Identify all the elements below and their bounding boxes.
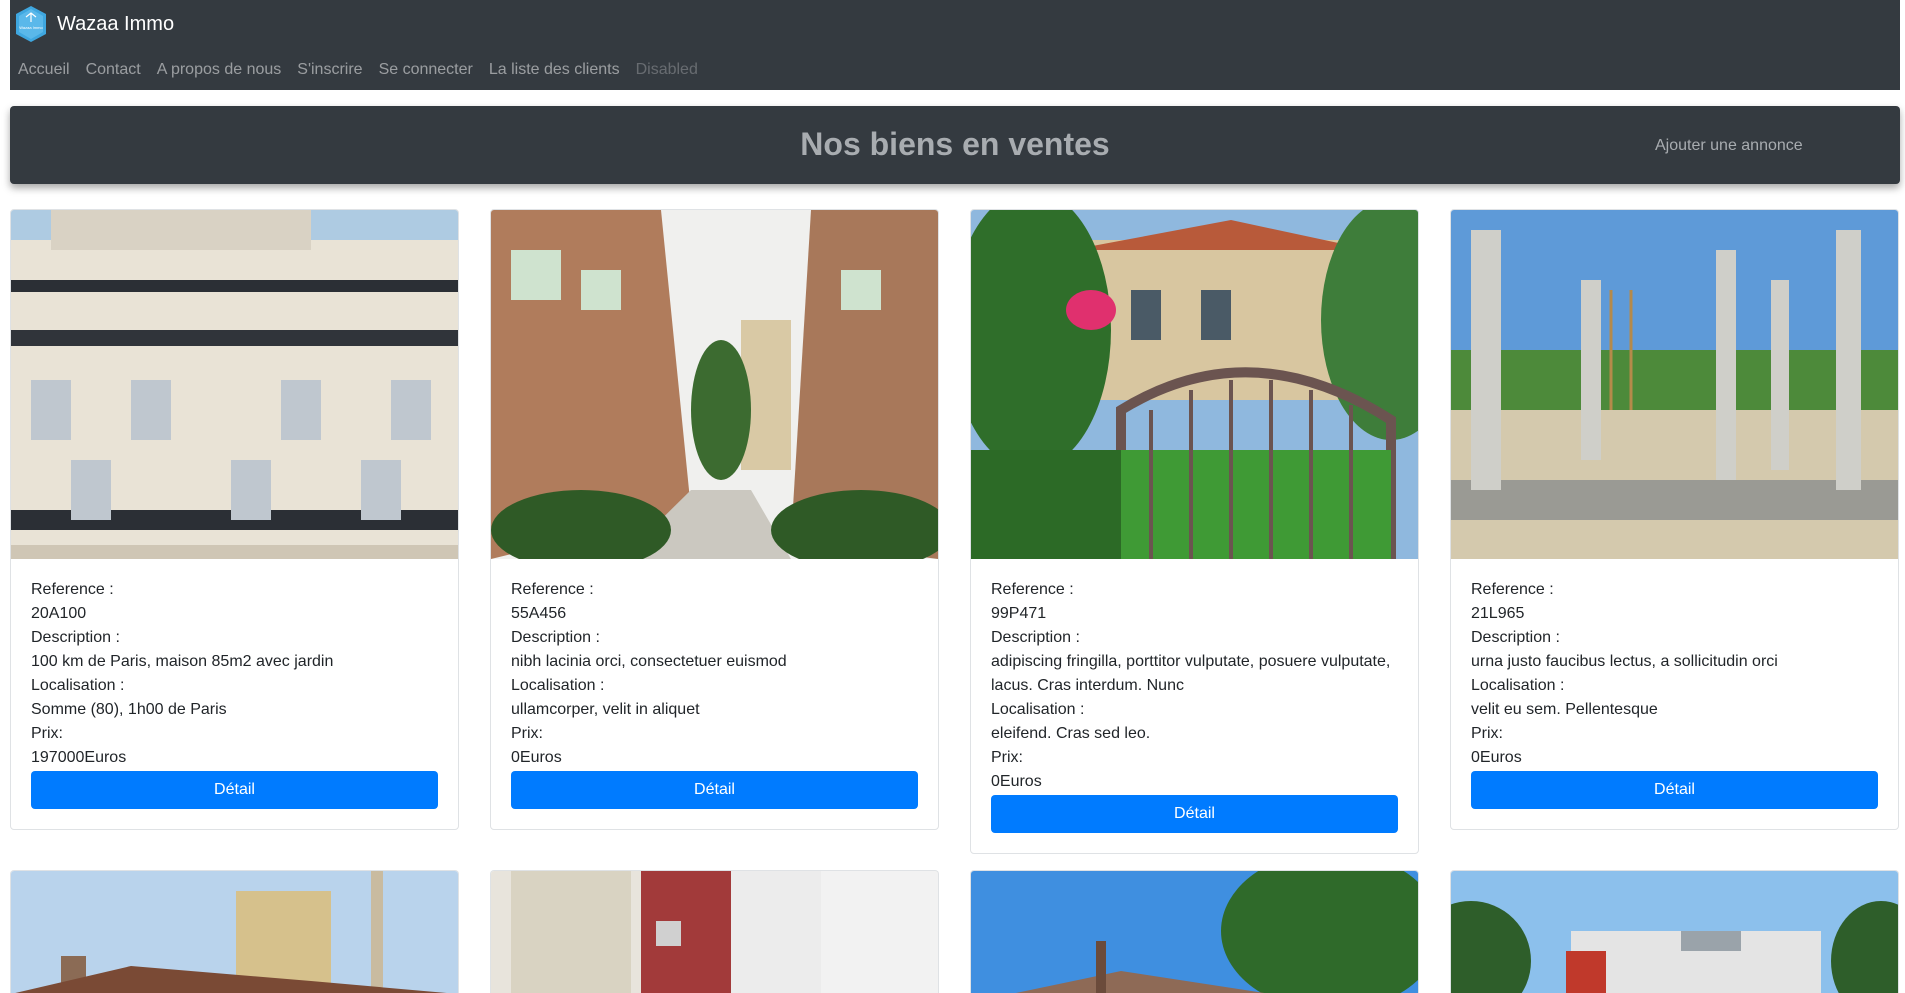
property-card <box>970 870 1419 993</box>
detail-button[interactable]: Détail <box>991 795 1398 833</box>
description-value: urna justo faucibus lectus, a sollicitud… <box>1471 653 1778 670</box>
property-photo <box>971 871 1418 993</box>
svg-text:Wazaa Immo: Wazaa Immo <box>19 25 43 30</box>
description-label: Description : <box>511 629 600 646</box>
nav-link-accueil[interactable]: Accueil <box>18 58 70 82</box>
property-photo <box>491 210 938 559</box>
location-label: Localisation : <box>1471 677 1565 694</box>
location-value: eleifend. Cras sed leo. <box>991 725 1151 742</box>
reference-label: Reference : <box>511 581 594 598</box>
property-card <box>490 870 939 993</box>
brand[interactable]: Wazaa Immo Wazaa Immo <box>16 6 174 42</box>
price-label: Prix: <box>991 749 1023 766</box>
location-value: velit eu sem. Pellentesque <box>1471 701 1658 718</box>
property-card: Reference : 20A100 Description : 100 km … <box>10 209 459 830</box>
property-photo <box>11 210 458 559</box>
price-value: 0Euros <box>1471 749 1522 766</box>
detail-button[interactable]: Détail <box>511 771 918 809</box>
price-value: 0Euros <box>511 749 562 766</box>
nav-links: Accueil Contact A propos de nous S'inscr… <box>18 58 714 82</box>
brand-name[interactable]: Wazaa Immo <box>57 10 174 38</box>
property-card: Reference : 21L965 Description : urna ju… <box>1450 209 1899 830</box>
property-card: Reference : 55A456 Description : nibh la… <box>490 209 939 830</box>
nav-link-se-connecter[interactable]: Se connecter <box>379 58 473 82</box>
price-value: 0Euros <box>991 773 1042 790</box>
property-photo <box>1451 210 1898 559</box>
location-value: ullamcorper, velit in aliquet <box>511 701 700 718</box>
location-label: Localisation : <box>511 677 605 694</box>
page-header-banner: Nos biens en ventes Ajouter une annonce <box>10 106 1900 184</box>
reference-value: 99P471 <box>991 605 1047 622</box>
reference-value: 20A100 <box>31 605 87 622</box>
description-label: Description : <box>991 629 1080 646</box>
property-card <box>1450 870 1899 993</box>
description-label: Description : <box>31 629 120 646</box>
reference-label: Reference : <box>1471 581 1554 598</box>
card-body: Reference : 99P471 Description : adipisc… <box>991 578 1398 833</box>
price-label: Prix: <box>1471 725 1503 742</box>
card-body: Reference : 55A456 Description : nibh la… <box>511 578 918 809</box>
add-listing-link[interactable]: Ajouter une annonce <box>1655 134 1803 158</box>
location-value: Somme (80), 1h00 de Paris <box>31 701 227 718</box>
property-photo <box>11 871 458 993</box>
nav-link-disabled: Disabled <box>635 61 698 78</box>
property-photo <box>1451 871 1898 993</box>
location-label: Localisation : <box>31 677 125 694</box>
price-label: Prix: <box>511 725 543 742</box>
reference-value: 21L965 <box>1471 605 1525 622</box>
page-title: Nos biens en ventes <box>800 126 1110 162</box>
price-value: 197000Euros <box>31 749 127 766</box>
description-label: Description : <box>1471 629 1560 646</box>
detail-button[interactable]: Détail <box>31 771 438 809</box>
nav-link-a-propos[interactable]: A propos de nous <box>157 58 282 82</box>
reference-value: 55A456 <box>511 605 567 622</box>
card-body: Reference : 21L965 Description : urna ju… <box>1471 578 1878 809</box>
property-photo <box>491 871 938 993</box>
card-body: Reference : 20A100 Description : 100 km … <box>31 578 438 809</box>
top-navbar: Wazaa Immo Wazaa Immo Accueil Contact A … <box>10 0 1900 90</box>
property-card <box>10 870 459 993</box>
reference-label: Reference : <box>991 581 1074 598</box>
location-label: Localisation : <box>991 701 1085 718</box>
property-photo <box>971 210 1418 559</box>
nav-link-liste-clients[interactable]: La liste des clients <box>489 58 620 82</box>
nav-link-contact[interactable]: Contact <box>86 58 141 82</box>
detail-button[interactable]: Détail <box>1471 771 1878 809</box>
brand-logo: Wazaa Immo <box>16 6 46 42</box>
reference-label: Reference : <box>31 581 114 598</box>
nav-link-sinscrire[interactable]: S'inscrire <box>297 58 362 82</box>
description-value: 100 km de Paris, maison 85m2 avec jardin <box>31 653 334 670</box>
description-value: nibh lacinia orci, consectetuer euismod <box>511 653 787 670</box>
description-value: adipiscing fringilla, porttitor vulputat… <box>991 653 1391 694</box>
price-label: Prix: <box>31 725 63 742</box>
property-card: Reference : 99P471 Description : adipisc… <box>970 209 1419 854</box>
